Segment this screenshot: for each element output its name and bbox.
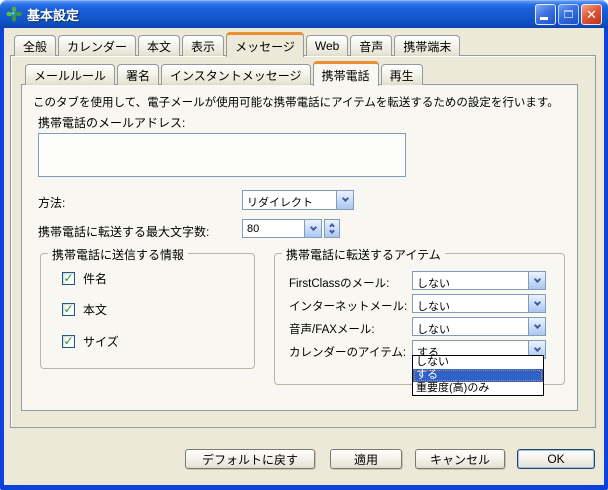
tab-calendar[interactable]: カレンダー (58, 35, 136, 56)
settings-dialog: 基本設定 ✕ 全般 カレンダー 本文 表示 メッセージ Web 音声 携帯端末 … (0, 0, 608, 490)
tab-body[interactable]: 本文 (138, 35, 180, 56)
tab-mail-rules[interactable]: メールルール (25, 64, 115, 85)
calendar-items-dropdown-list: しない する 重要度(高)のみ (412, 355, 544, 396)
maximize-icon (564, 10, 573, 18)
internet-mail-select[interactable]: しない (412, 294, 546, 313)
restore-defaults-button[interactable]: デフォルトに戻す (185, 449, 315, 469)
size-checkbox-label: サイズ (83, 333, 119, 350)
dropdown-option-suru[interactable]: する (413, 369, 543, 382)
checkbox-row-body: ✓ 本文 (62, 301, 107, 318)
window-title: 基本設定 (27, 5, 533, 24)
check-icon: ✓ (63, 335, 73, 347)
size-checkbox[interactable]: ✓ (62, 335, 75, 348)
tab-instant-message[interactable]: インスタントメッセージ (161, 64, 311, 85)
tab-general[interactable]: 全般 (14, 35, 56, 56)
max-chars-stepper[interactable] (324, 219, 340, 238)
body-checkbox-label: 本文 (83, 301, 107, 318)
tab-mobile-phone[interactable]: 携帯電話 (313, 61, 379, 86)
chevron-down-icon[interactable] (304, 220, 321, 237)
firstclass-mail-label: FirstClassのメール: (289, 275, 389, 291)
maximize-button[interactable] (558, 4, 579, 25)
checkbox-row-size: ✓ サイズ (62, 333, 119, 350)
firstclass-mail-value: しない (413, 272, 528, 289)
cancel-button[interactable]: キャンセル (415, 449, 505, 469)
dialog-body: 全般 カレンダー 本文 表示 メッセージ Web 音声 携帯端末 メールルール … (4, 28, 604, 485)
check-icon: ✓ (63, 272, 73, 284)
tab-voice[interactable]: 音声 (350, 35, 392, 56)
internet-mail-value: しない (413, 295, 528, 312)
chevron-down-icon[interactable] (336, 191, 353, 209)
tab-mobile-device[interactable]: 携帯端末 (394, 35, 460, 56)
intro-text: このタブを使用して、電子メールが使用可能な携帯電話にアイテムを転送するための設定… (33, 94, 559, 110)
minimize-icon (540, 17, 548, 20)
method-select[interactable]: リダイレクト (242, 190, 354, 210)
max-chars-value: 80 (243, 220, 304, 237)
message-tab-page: メールルール 署名 インスタントメッセージ 携帯電話 再生 このタブを使用して、… (10, 55, 596, 428)
tab-playback[interactable]: 再生 (381, 64, 423, 85)
send-info-group: 携帯電話に送信する情報 ✓ 件名 ✓ 本文 ✓ サイズ (40, 253, 255, 369)
spin-down-icon[interactable] (325, 229, 339, 238)
tab-message[interactable]: メッセージ (226, 32, 304, 57)
voice-fax-mail-select[interactable]: しない (412, 317, 546, 336)
calendar-items-label: カレンダーのアイテム: (289, 344, 406, 360)
tab-web[interactable]: Web (306, 35, 348, 56)
subject-checkbox-label: 件名 (83, 270, 107, 287)
app-icon (6, 6, 22, 22)
email-address-label: 携帯電話のメールアドレス: (38, 114, 185, 131)
forward-items-group-title: 携帯電話に転送するアイテム (282, 246, 445, 263)
method-value: リダイレクト (243, 191, 336, 209)
close-button[interactable]: ✕ (581, 4, 602, 25)
max-chars-label: 携帯電話に転送する最大文字数: (38, 223, 209, 240)
mobile-phone-tab-page: このタブを使用して、電子メールが使用可能な携帯電話にアイテムを転送するための設定… (21, 84, 578, 411)
check-icon: ✓ (63, 303, 73, 315)
titlebar[interactable]: 基本設定 ✕ (0, 0, 608, 28)
chevron-down-icon[interactable] (528, 272, 545, 289)
method-label: 方法: (38, 194, 65, 211)
close-icon: ✕ (586, 8, 597, 21)
tab-display[interactable]: 表示 (182, 35, 224, 56)
dropdown-option-shinai[interactable]: しない (413, 356, 543, 369)
firstclass-mail-select[interactable]: しない (412, 271, 546, 290)
inner-tabstrip: メールルール 署名 インスタントメッセージ 携帯電話 再生 (25, 61, 425, 85)
body-checkbox[interactable]: ✓ (62, 303, 75, 316)
outer-tabstrip: 全般 カレンダー 本文 表示 メッセージ Web 音声 携帯端末 (14, 30, 462, 56)
subject-checkbox[interactable]: ✓ (62, 272, 75, 285)
chevron-down-icon[interactable] (528, 295, 545, 312)
minimize-button[interactable] (535, 4, 556, 25)
ok-button[interactable]: OK (517, 449, 595, 469)
voice-fax-mail-value: しない (413, 318, 528, 335)
chevron-down-icon[interactable] (528, 318, 545, 335)
internet-mail-label: インターネットメール: (289, 298, 407, 314)
dropdown-option-high-priority-only[interactable]: 重要度(高)のみ (413, 382, 543, 395)
voice-fax-mail-label: 音声/FAXメール: (289, 321, 375, 337)
send-info-group-title: 携帯電話に送信する情報 (48, 246, 188, 263)
email-address-textarea[interactable] (38, 133, 406, 177)
apply-button[interactable]: 適用 (330, 449, 402, 469)
tab-signature[interactable]: 署名 (117, 64, 159, 85)
checkbox-row-subject: ✓ 件名 (62, 270, 107, 287)
max-chars-select[interactable]: 80 (242, 219, 322, 238)
